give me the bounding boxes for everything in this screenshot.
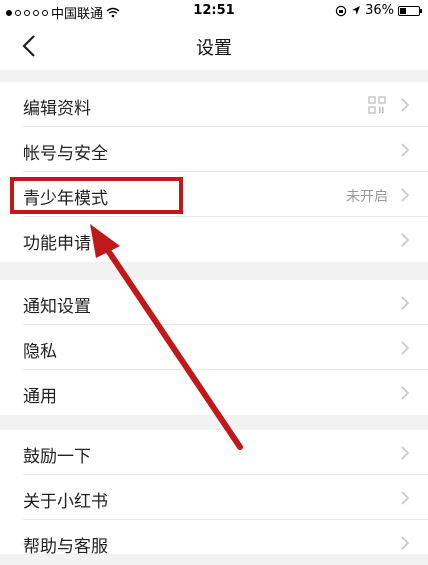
settings-item-rate-us[interactable]: 鼓励一下	[0, 430, 428, 475]
settings-item-label: 帐号与安全	[23, 144, 108, 164]
settings-item-label: 通用	[23, 387, 57, 407]
settings-item-edit-profile[interactable]: 编辑资料	[0, 82, 428, 127]
chevron-right-icon	[401, 143, 410, 157]
chevron-right-icon	[401, 98, 410, 112]
settings-item-feature-request[interactable]: 功能申请	[0, 217, 428, 262]
settings-item-label: 隐私	[23, 342, 57, 362]
rotation-lock-icon	[335, 5, 347, 16]
battery-percent: 36%	[365, 3, 394, 18]
battery-fill	[400, 7, 407, 14]
chevron-right-icon	[401, 296, 410, 310]
chevron-right-icon	[401, 491, 410, 505]
settings-item-label: 帮助与客服	[23, 537, 108, 557]
settings-section-account: 编辑资料 帐号与安全 青少年模式 未开启 功能申请	[0, 82, 428, 262]
settings-section-about: 鼓励一下 关于小红书 帮助与客服	[0, 430, 428, 557]
settings-item-about[interactable]: 关于小红书	[0, 475, 428, 520]
chevron-right-icon	[401, 188, 410, 202]
settings-item-value: 未开启	[346, 189, 388, 205]
settings-item-label: 功能申请	[23, 234, 91, 254]
battery-icon	[398, 5, 422, 16]
chevron-right-icon	[401, 536, 410, 550]
chevron-right-icon	[401, 386, 410, 400]
page-title: 设置	[196, 38, 232, 59]
settings-item-account-security[interactable]: 帐号与安全	[0, 127, 428, 172]
settings-section-preferences: 通知设置 隐私 通用	[0, 280, 428, 415]
settings-item-privacy[interactable]: 隐私	[0, 325, 428, 370]
chevron-right-icon	[401, 341, 410, 355]
location-icon	[352, 6, 361, 15]
status-bar: 中国联通 12:51 36%	[0, 0, 428, 22]
settings-item-label: 通知设置	[23, 297, 91, 317]
settings-item-help[interactable]: 帮助与客服	[0, 520, 428, 565]
navigation-bar: 设置	[0, 22, 428, 70]
chevron-right-icon	[401, 446, 410, 460]
chevron-right-icon	[401, 233, 410, 247]
settings-item-label: 关于小红书	[23, 492, 108, 512]
highlight-box	[10, 177, 183, 214]
settings-item-label: 鼓励一下	[23, 447, 91, 467]
qr-code-icon	[368, 96, 386, 114]
settings-item-notifications[interactable]: 通知设置	[0, 280, 428, 325]
settings-item-label: 编辑资料	[23, 99, 91, 119]
status-right: 36%	[335, 3, 422, 18]
settings-item-general[interactable]: 通用	[0, 370, 428, 415]
